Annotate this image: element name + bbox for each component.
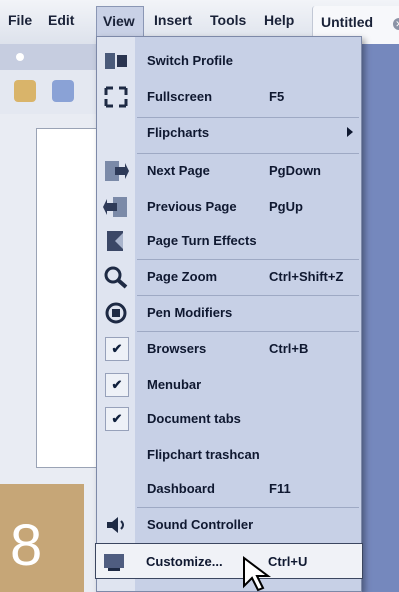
menu-item-label: Pen Modifiers (147, 305, 233, 320)
canvas-area (358, 44, 399, 592)
profile-icon (105, 53, 127, 69)
checkmark-icon: ✔ (105, 373, 129, 397)
step-number-badge: 8 (0, 484, 84, 592)
browser-titlebar (0, 44, 106, 70)
menu-item-menubar[interactable]: ✔ Menubar (97, 367, 361, 403)
menu-item-label: Dashboard (147, 481, 215, 496)
shortcut-label: Ctrl+Shift+Z (269, 269, 344, 284)
menu-view[interactable]: View (96, 6, 144, 36)
zoom-icon (104, 266, 128, 289)
menu-item-label: Menubar (147, 377, 202, 392)
menu-item-document-tabs[interactable]: ✔ Document tabs (97, 401, 361, 437)
menu-item-label: Flipcharts (147, 125, 210, 140)
fullscreen-icon (104, 86, 128, 108)
menu-help[interactable]: Help (264, 12, 294, 28)
menu-item-browsers[interactable]: ✔ Browsers Ctrl+B (97, 331, 361, 367)
step-number: 8 (10, 513, 43, 578)
menu-item-label: Next Page (147, 163, 210, 178)
pen-modifiers-icon (105, 302, 127, 324)
menu-file[interactable]: File (8, 12, 32, 28)
customize-icon (104, 554, 124, 571)
submenu-arrow-icon (347, 127, 353, 137)
menu-tools[interactable]: Tools (210, 12, 246, 28)
page-turn-icon (107, 231, 123, 251)
previous-page-icon (103, 197, 127, 217)
view-menu: Switch Profile Fullscreen F5 Flipcharts … (95, 36, 363, 592)
menu-item-label: Switch Profile (147, 53, 233, 68)
sound-icon (107, 517, 124, 533)
menu-item-label: Page Zoom (147, 269, 218, 284)
menu-item-customize[interactable]: Customize... Ctrl+U (95, 543, 363, 579)
menu-item-pen-modifiers[interactable]: Pen Modifiers (97, 295, 361, 331)
menu-item-sound-controller[interactable]: Sound Controller (97, 507, 361, 543)
menu-item-label: Document tabs (147, 411, 241, 426)
menu-item-label: Customize... (146, 554, 223, 569)
document-tab-label: Untitled (321, 14, 374, 30)
menu-edit[interactable]: Edit (48, 12, 74, 28)
menu-item-fullscreen[interactable]: Fullscreen F5 (97, 79, 361, 115)
shortcut-label: PgDown (269, 163, 321, 178)
close-icon[interactable]: ✕ (393, 18, 399, 30)
shortcut-label: PgUp (269, 199, 303, 214)
tool-icon[interactable] (14, 80, 36, 102)
shortcut-label: F5 (269, 89, 285, 104)
mouse-cursor-icon (243, 556, 271, 592)
window-dot-icon (16, 53, 24, 61)
menu-item-label: Fullscreen (147, 89, 213, 104)
toolbar (0, 70, 106, 114)
menu-insert[interactable]: Insert (154, 12, 192, 28)
menu-item-dashboard[interactable]: Dashboard F11 (97, 471, 361, 507)
tool-icon[interactable] (52, 80, 74, 102)
menu-item-switch-profile[interactable]: Switch Profile (97, 43, 361, 79)
checkmark-icon: ✔ (105, 337, 129, 361)
menu-item-label: Flipchart trashcan (147, 447, 260, 462)
menu-item-label: Browsers (147, 341, 207, 356)
menu-item-next-page[interactable]: Next Page PgDown (97, 153, 361, 189)
menu-item-previous-page[interactable]: Previous Page PgUp (97, 189, 361, 225)
menu-item-flipcharts[interactable]: Flipcharts (97, 115, 361, 151)
menu-item-label: Sound Controller (147, 517, 254, 532)
shortcut-label: F11 (269, 481, 291, 496)
checkmark-icon: ✔ (105, 407, 129, 431)
menu-item-page-zoom[interactable]: Page Zoom Ctrl+Shift+Z (97, 259, 361, 295)
menu-item-flipchart-trashcan[interactable]: Flipchart trashcan (97, 437, 361, 473)
menu-item-label: Previous Page (147, 199, 237, 214)
menu-item-page-turn-effects[interactable]: Page Turn Effects (97, 223, 361, 259)
menu-item-label: Page Turn Effects (147, 233, 257, 248)
next-page-icon (105, 161, 129, 181)
shortcut-label: Ctrl+B (269, 341, 309, 356)
